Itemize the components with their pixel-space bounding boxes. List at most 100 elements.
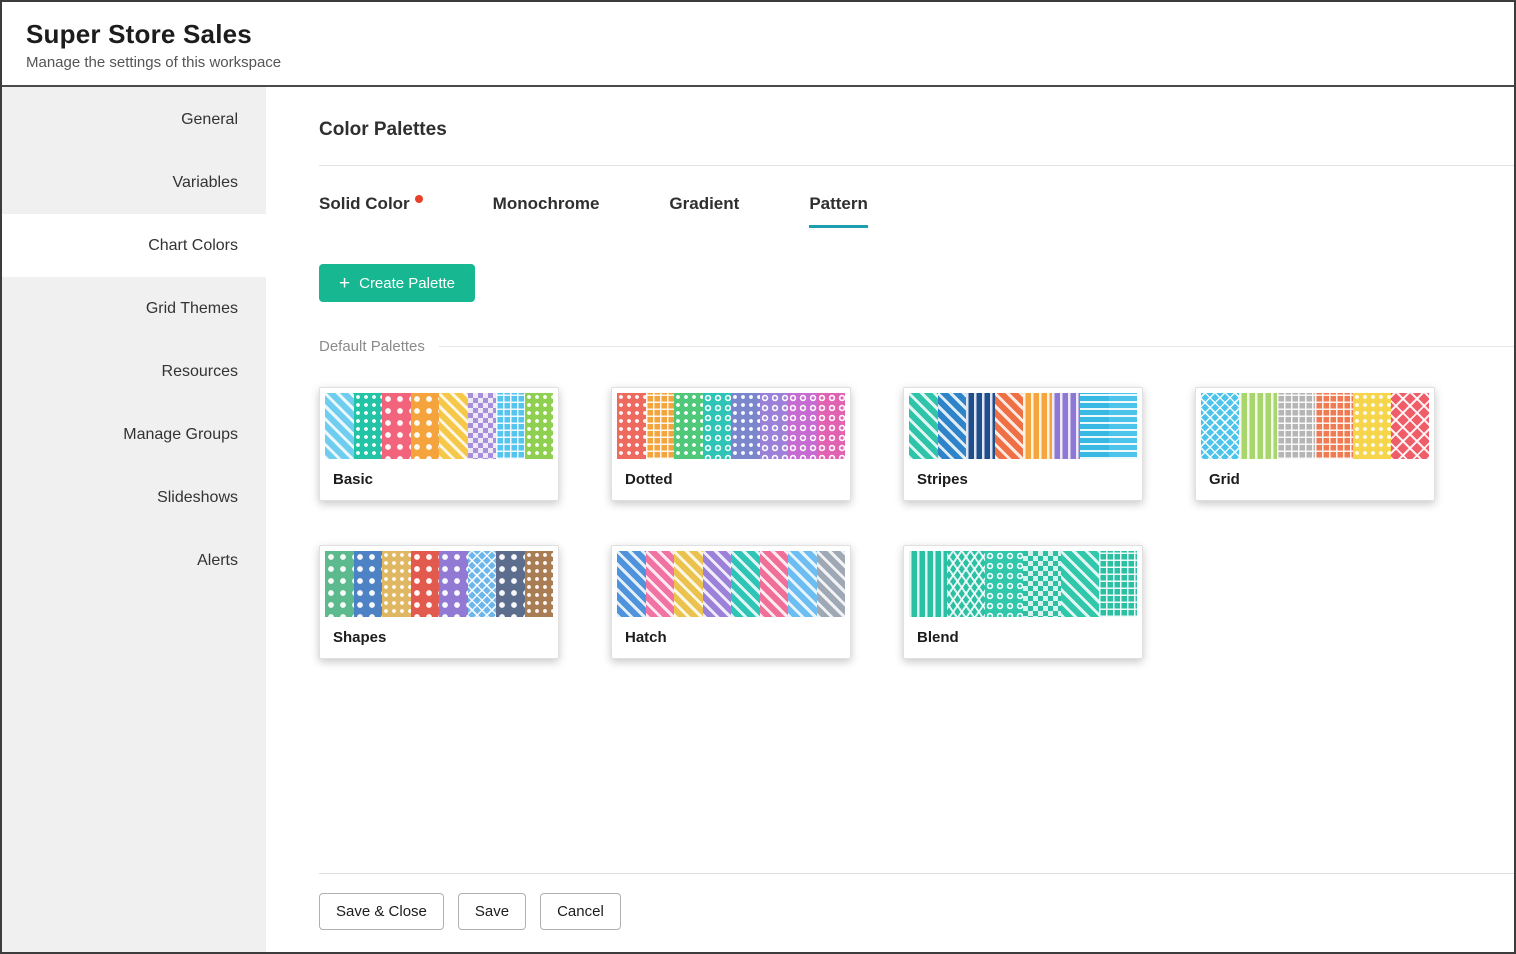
swatch-diag bbox=[909, 393, 938, 459]
swatch-grid bbox=[646, 393, 675, 459]
swatch-zigzag bbox=[947, 551, 985, 617]
swatch-rings bbox=[760, 393, 789, 459]
divider-line bbox=[439, 346, 1514, 347]
header: Super Store Sales Manage the settings of… bbox=[2, 2, 1514, 87]
swatch-checker bbox=[1023, 551, 1061, 617]
palette-card-dotted[interactable]: Dotted bbox=[611, 387, 851, 501]
swatch-dots bbox=[731, 393, 760, 459]
swatch-rings bbox=[985, 551, 1023, 617]
swatch-stars bbox=[411, 393, 440, 459]
palette-grid: Basic Dotted Stripes Grid Shapes Hatch Blend bbox=[319, 387, 1514, 659]
palette-card-blend[interactable]: Blend bbox=[903, 545, 1143, 659]
default-palettes-section: Default Palettes bbox=[319, 338, 1514, 355]
sidebar-item-slideshows[interactable]: Slideshows bbox=[2, 466, 266, 529]
save-close-button[interactable]: Save & Close bbox=[319, 893, 444, 930]
save-button[interactable]: Save bbox=[458, 893, 526, 930]
palette-name: Basic bbox=[325, 459, 553, 500]
footer: Save & Close Save Cancel bbox=[319, 873, 1514, 952]
palette-swatch-strip bbox=[325, 551, 553, 617]
swatch-plus bbox=[468, 551, 497, 617]
palette-swatch-strip bbox=[617, 393, 845, 459]
plus-icon: + bbox=[339, 274, 350, 293]
swatch-dots bbox=[354, 393, 383, 459]
palette-name: Shapes bbox=[325, 617, 553, 658]
swatch-rings bbox=[788, 393, 817, 459]
create-palette-label: Create Palette bbox=[359, 275, 455, 292]
sidebar-item-alerts[interactable]: Alerts bbox=[2, 529, 266, 592]
swatch-stars bbox=[411, 551, 440, 617]
palette-swatch-strip bbox=[1201, 393, 1429, 459]
tab-solid-color[interactable]: Solid Color bbox=[319, 194, 423, 228]
swatch-diamond bbox=[1391, 393, 1429, 459]
palette-card-hatch[interactable]: Hatch bbox=[611, 545, 851, 659]
swatch-diag bbox=[439, 393, 468, 459]
cancel-button[interactable]: Cancel bbox=[540, 893, 621, 930]
notification-dot-icon bbox=[415, 195, 423, 203]
palette-card-grid[interactable]: Grid bbox=[1195, 387, 1435, 501]
swatch-diag bbox=[703, 551, 732, 617]
swatch-vstripe bbox=[1023, 393, 1052, 459]
tab-gradient[interactable]: Gradient bbox=[669, 194, 739, 228]
swatch-dots bbox=[525, 551, 554, 617]
swatch-hdash bbox=[1080, 393, 1109, 459]
palette-card-shapes[interactable]: Shapes bbox=[319, 545, 559, 659]
palette-card-basic[interactable]: Basic bbox=[319, 387, 559, 501]
palette-swatch-strip bbox=[909, 551, 1137, 617]
palette-swatch-strip bbox=[909, 393, 1137, 459]
create-palette-button[interactable]: + Create Palette bbox=[319, 264, 475, 302]
tab-monochrome[interactable]: Monochrome bbox=[493, 194, 600, 228]
swatch-diag bbox=[731, 551, 760, 617]
swatch-hdash bbox=[1109, 393, 1138, 459]
main-content: Color Palettes Solid Color Monochrome Grad… bbox=[266, 87, 1514, 952]
body: GeneralVariablesChart ColorsGrid ThemesR… bbox=[2, 87, 1514, 952]
swatch-diag bbox=[674, 551, 703, 617]
swatch-dots bbox=[674, 393, 703, 459]
swatch-checker bbox=[468, 393, 497, 459]
swatch-vstripe bbox=[1052, 393, 1081, 459]
swatch-diag bbox=[938, 393, 967, 459]
swatch-diag bbox=[817, 551, 846, 617]
swatch-diag bbox=[646, 551, 675, 617]
palette-swatch-strip bbox=[617, 551, 845, 617]
swatch-vstripe bbox=[1239, 393, 1277, 459]
tab-label: Pattern bbox=[809, 194, 868, 214]
swatch-diag bbox=[788, 551, 817, 617]
swatch-diag bbox=[325, 393, 354, 459]
sidebar-item-variables[interactable]: Variables bbox=[2, 151, 266, 214]
swatch-grid bbox=[1277, 393, 1315, 459]
swatch-grid bbox=[1099, 551, 1137, 617]
swatch-diag bbox=[995, 393, 1024, 459]
sidebar-item-chart-colors[interactable]: Chart Colors bbox=[2, 214, 266, 277]
swatch-diag bbox=[617, 551, 646, 617]
tab-label: Gradient bbox=[669, 194, 739, 214]
swatch-diag bbox=[1061, 551, 1099, 617]
swatch-vstripe bbox=[966, 393, 995, 459]
palette-card-stripes[interactable]: Stripes bbox=[903, 387, 1143, 501]
swatch-stars bbox=[382, 393, 411, 459]
default-palettes-label: Default Palettes bbox=[319, 338, 425, 355]
palette-name: Hatch bbox=[617, 617, 845, 658]
sidebar-item-grid-themes[interactable]: Grid Themes bbox=[2, 277, 266, 340]
create-row: + Create Palette bbox=[319, 264, 1514, 302]
swatch-hearts bbox=[354, 551, 383, 617]
section-title: Color Palettes bbox=[319, 119, 1514, 141]
tab-label: Monochrome bbox=[493, 194, 600, 214]
page-title: Super Store Sales bbox=[26, 19, 1490, 50]
sidebar-item-manage-groups[interactable]: Manage Groups bbox=[2, 403, 266, 466]
swatch-wave bbox=[909, 551, 947, 617]
content-header: Color Palettes bbox=[319, 87, 1514, 166]
swatch-stars bbox=[439, 551, 468, 617]
swatch-stars bbox=[325, 551, 354, 617]
palette-swatch-strip bbox=[325, 393, 553, 459]
tabs: Solid Color Monochrome Gradient Pattern bbox=[319, 194, 1514, 228]
page-subtitle: Manage the settings of this workspace bbox=[26, 54, 1490, 71]
swatch-rings bbox=[817, 393, 846, 459]
palette-name: Dotted bbox=[617, 459, 845, 500]
sidebar-item-resources[interactable]: Resources bbox=[2, 340, 266, 403]
sidebar-item-general[interactable]: General bbox=[2, 88, 266, 151]
tab-pattern[interactable]: Pattern bbox=[809, 194, 868, 228]
swatch-lattice bbox=[1201, 393, 1239, 459]
swatch-grid bbox=[496, 393, 525, 459]
swatch-rings bbox=[703, 393, 732, 459]
workspace-settings-page: Super Store Sales Manage the settings of… bbox=[0, 0, 1516, 954]
